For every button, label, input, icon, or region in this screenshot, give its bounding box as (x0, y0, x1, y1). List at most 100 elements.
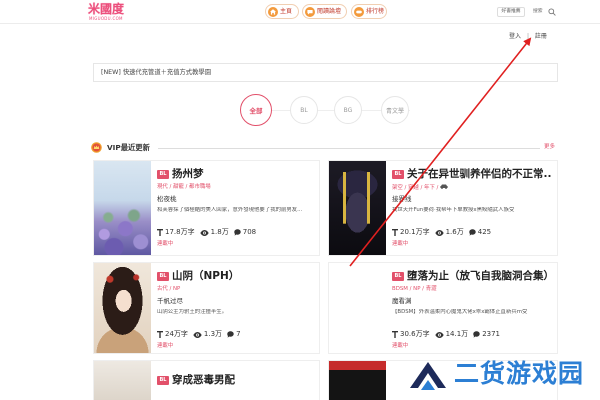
eye-icon (199, 229, 209, 236)
category-badge: BL (157, 272, 169, 281)
book-tags-text: 現代 / 甜寵 / 都市職場 (157, 184, 211, 190)
watermark-text: 二货游戏园 (454, 359, 585, 388)
book-description: 山阴公主为驸王的注撞半生。 (157, 309, 228, 315)
tab-all[interactable]: 全部 (240, 94, 272, 126)
more-link[interactable]: 更多 (544, 143, 555, 152)
tab-bl[interactable]: BL (290, 96, 318, 124)
search-icon[interactable] (548, 8, 556, 16)
book-title[interactable]: 穿成恶毒男配 (172, 373, 235, 387)
book-tags: 現代 / 甜寵 / 都市職場 (157, 184, 211, 191)
nav-forum-button[interactable]: 閱讀論壇 (302, 4, 347, 19)
book-cover[interactable] (329, 161, 386, 255)
book-card[interactable]: BL 扬州梦 現代 / 甜寵 / 都市職場 松夜桃 和芙蓉採了個極酷的美人回家，… (93, 160, 320, 256)
account-links: 登入 | 註冊 (509, 32, 551, 42)
category-badge: BL (157, 376, 169, 385)
book-author[interactable]: 千帆过尽 (157, 297, 183, 306)
top-header: 米國度 MIGUODU.COM 主頁 閱讀論壇 排行榜 好書推薦 搜索 (0, 0, 600, 24)
view-count: 1.3万 (203, 330, 223, 338)
tab-literature[interactable]: 青文學 (381, 96, 409, 124)
book-info: BL 堕落为止（放飞自我脑洞合集） BDSM / NP / 青澀 魔看渊 【BD… (392, 263, 551, 353)
book-title[interactable]: 堕落为止（放飞自我脑洞合集） (407, 269, 551, 283)
book-tags: 古代 / NP (157, 286, 180, 293)
book-author[interactable]: 魔看渊 (392, 297, 412, 306)
book-cover[interactable] (94, 161, 151, 255)
book-card[interactable]: BL 关于在异世驯养伴侣的不正常... 架空 / 穿越 / 年下 / 接界线 我… (328, 160, 558, 256)
book-info: BL 山阴（NPH） 古代 / NP 千帆过尽 山阴公主为驸王的注撞半生。 24… (157, 263, 313, 353)
view-count: 1.8万 (210, 228, 229, 236)
recommend-button[interactable]: 好書推薦 (497, 7, 525, 17)
comment-count: 425 (477, 228, 492, 236)
book-tags-text: 古代 / NP (157, 286, 181, 292)
book-status: 連載中 (392, 343, 409, 349)
register-link[interactable]: 註冊 (535, 33, 547, 40)
comment-count: 7 (236, 330, 241, 338)
book-title[interactable]: 关于在异世驯养伴侣的不正常... (407, 167, 551, 181)
nav-forum-label: 閱讀論壇 (317, 8, 342, 15)
word-count: 17.8万字 (165, 228, 195, 236)
watermark-logo-icon (410, 362, 446, 390)
site-logo[interactable]: 米國度 MIGUODU.COM (88, 2, 130, 22)
tab-bl-label: BL (300, 106, 308, 114)
forum-icon (305, 6, 315, 17)
nav-rank-label: 排行榜 (366, 8, 385, 15)
book-info: BL 关于在异世驯养伴侣的不正常... 架空 / 穿越 / 年下 / 接界线 我… (392, 161, 551, 255)
book-author[interactable]: 松夜桃 (157, 195, 177, 204)
book-status: 連載中 (157, 241, 174, 247)
comment-icon (473, 331, 480, 338)
page: 米國度 MIGUODU.COM 主頁 閱讀論壇 排行榜 好書推薦 搜索 登入 |… (0, 0, 600, 400)
comment-count: 708 (242, 228, 257, 236)
announcement-bar[interactable]: [NEW] 快速代充管道＋充值方式教學園 (93, 63, 558, 82)
book-tags: BDSM / NP / 青澀 (392, 286, 436, 293)
vip-icon (91, 142, 102, 153)
book-cover[interactable] (94, 361, 151, 400)
book-description: 和芙蓉採了個極酷的美人回家，意外發現他要了我的前男友... (157, 207, 303, 213)
book-stats: 17.8万字 1.8万 708 (157, 228, 261, 237)
book-description: 我世天开Fun要荷·我帮年下单教授x黑鲛隨武人族受 (392, 207, 515, 213)
book-cover[interactable] (329, 361, 386, 400)
book-description: 【BDSM】外表温柔内心魔鬼大佬x乖x霸体正直新兵m受 (392, 309, 528, 315)
eye-icon (434, 229, 444, 236)
nav-home-label: 主頁 (280, 8, 293, 15)
home-icon (268, 6, 278, 17)
book-author[interactable]: 接界线 (392, 195, 412, 204)
book-card[interactable]: BL 穿成恶毒男配 (93, 360, 320, 400)
word-count-icon (392, 229, 398, 236)
book-title[interactable]: 扬州梦 (172, 167, 204, 181)
book-stats: 24万字 1.3万 7 (157, 330, 246, 339)
word-count: 20.1万字 (400, 228, 430, 236)
login-link[interactable]: 登入 (509, 33, 521, 40)
book-cover[interactable] (329, 263, 386, 353)
nav-home-button[interactable]: 主頁 (265, 4, 299, 19)
tab-literature-label: 青文學 (385, 107, 404, 115)
book-stats: 30.6万字 14.1万 2371 (392, 330, 505, 339)
book-status: 連載中 (157, 343, 174, 349)
car-icon (440, 184, 448, 192)
logo-text: 米國度 (88, 2, 125, 16)
category-badge: BL (392, 170, 404, 179)
nav-rank-button[interactable]: 排行榜 (351, 4, 387, 19)
book-title[interactable]: 山阴（NPH） (172, 269, 239, 283)
book-tags: 架空 / 穿越 / 年下 / (392, 184, 448, 192)
section-title: VIP最近更新 (107, 143, 150, 152)
book-card[interactable]: BL 堕落为止（放飞自我脑洞合集） BDSM / NP / 青澀 魔看渊 【BD… (328, 262, 558, 354)
search-button[interactable]: 搜索 (533, 7, 543, 17)
watermark: 二货游戏园 (406, 352, 594, 396)
word-count: 24万字 (165, 330, 188, 338)
section-divider (158, 148, 540, 149)
book-status: 連載中 (392, 241, 409, 247)
word-count-icon (157, 229, 163, 236)
word-count-icon (392, 331, 398, 338)
rank-icon (354, 6, 364, 17)
logo-subtitle: MIGUODU.COM (89, 16, 123, 21)
book-cover[interactable] (94, 263, 151, 353)
account-separator: | (526, 33, 529, 40)
book-card[interactable]: BL 山阴（NPH） 古代 / NP 千帆过尽 山阴公主为驸王的注撞半生。 24… (93, 262, 320, 354)
comment-icon (227, 331, 234, 338)
tab-bg[interactable]: BG (334, 96, 362, 124)
comment-count: 2371 (482, 330, 501, 338)
category-badge: BL (392, 272, 404, 281)
book-info: BL 穿成恶毒男配 (157, 361, 313, 400)
book-tags-text: 架空 / 穿越 / 年下 / (392, 184, 439, 191)
tab-all-label: 全部 (249, 107, 263, 115)
word-count: 30.6万字 (400, 330, 430, 338)
